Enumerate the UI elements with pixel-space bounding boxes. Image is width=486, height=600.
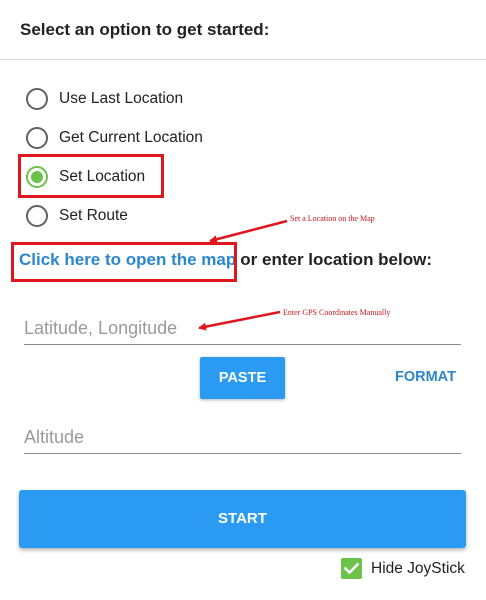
map-prompt-text: or enter location below:: [240, 250, 433, 269]
paste-button[interactable]: PASTE: [200, 357, 285, 399]
option-set-route[interactable]: Set Route: [26, 203, 128, 229]
hide-joystick-toggle[interactable]: Hide JoyStick: [341, 558, 465, 579]
annotation-map-note: Set a Location on the Map: [290, 214, 375, 223]
coordinates-input[interactable]: [24, 313, 461, 345]
header: Select an option to get started:: [0, 0, 486, 60]
option-get-current-location[interactable]: Get Current Location: [26, 125, 203, 151]
checkbox-label: Hide JoyStick: [371, 559, 465, 577]
option-label: Get Current Location: [59, 129, 203, 146]
option-label: Set Route: [59, 207, 128, 224]
highlight-set-location: [18, 154, 164, 198]
radio-icon[interactable]: [26, 88, 48, 110]
format-button[interactable]: FORMAT: [395, 369, 456, 385]
altitude-input[interactable]: [24, 422, 461, 454]
page-title: Select an option to get started:: [20, 20, 270, 39]
radio-icon[interactable]: [26, 127, 48, 149]
radio-icon[interactable]: [26, 205, 48, 227]
arrow-to-map-link: [209, 219, 288, 244]
highlight-map-link: [11, 242, 237, 282]
option-label: Use Last Location: [59, 90, 184, 107]
option-use-last-location[interactable]: Use Last Location: [26, 86, 183, 112]
start-button[interactable]: START: [19, 490, 466, 548]
checkbox-checked-icon[interactable]: [341, 558, 362, 579]
